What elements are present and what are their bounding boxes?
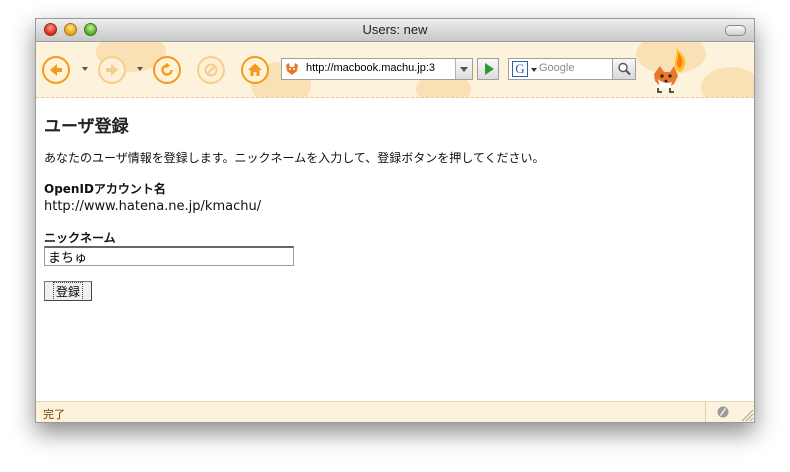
status-divider [705,402,706,422]
register-button-label: 登録 [52,281,84,301]
title-bar: Users: new [36,19,754,42]
go-button[interactable] [477,58,499,80]
status-text: 完了 [43,408,65,421]
home-button[interactable] [241,56,269,84]
search-input[interactable]: Google [539,62,609,74]
address-bar[interactable]: http://macbook.machu.jp:3 [281,58,473,80]
nickname-field[interactable] [44,246,294,266]
back-button[interactable] [42,56,70,84]
address-history-dropdown[interactable] [455,59,472,79]
security-status-icon[interactable] [717,406,729,418]
forward-button[interactable] [98,56,126,84]
back-history-dropdown[interactable] [82,67,88,71]
home-icon [248,63,262,76]
search-button[interactable] [612,59,635,79]
firefox-logo-icon [654,48,686,93]
page-title: ユーザ登録 [44,117,129,137]
window-title: Users: new [362,22,428,37]
forward-arrow-icon [106,64,118,76]
toolbar-toggle-button[interactable] [725,25,746,36]
navigation-toolbar: http://macbook.machu.jp:3 G Google [36,42,754,98]
search-box[interactable]: G Google [508,58,636,80]
nickname-label: ニックネーム [44,231,116,245]
magnifier-icon [618,62,631,76]
forward-history-dropdown[interactable] [137,67,143,71]
address-text[interactable]: http://macbook.machu.jp:3 [306,62,456,74]
register-button[interactable]: 登録 [44,281,92,301]
reload-icon [161,62,173,76]
reload-button[interactable] [153,56,181,84]
stop-button[interactable] [197,56,225,84]
play-arrow-icon [485,63,494,75]
intro-text: あなたのユーザ情報を登録します。ニックネームを入力して、登録ボタンを押してくださ… [44,151,545,165]
chevron-down-icon [460,67,468,72]
openid-value: http://www.hatena.ne.jp/kmachu/ [44,199,262,214]
search-engine-dropdown[interactable] [531,68,537,72]
background-pattern [701,67,754,97]
browser-window: Users: new http://macbook.machu.jp:3 G G… [35,18,755,423]
back-arrow-icon [50,64,62,76]
google-engine-icon[interactable]: G [512,61,528,77]
page-content: ユーザ登録 あなたのユーザ情報を登録します。ニックネームを入力して、登録ボタンを… [36,98,754,401]
stop-icon [204,63,218,77]
site-favicon-icon [286,63,298,75]
resize-grip-icon[interactable] [740,408,754,422]
openid-label: OpenIDアカウント名 [44,182,166,196]
status-bar: 完了 [36,401,754,422]
